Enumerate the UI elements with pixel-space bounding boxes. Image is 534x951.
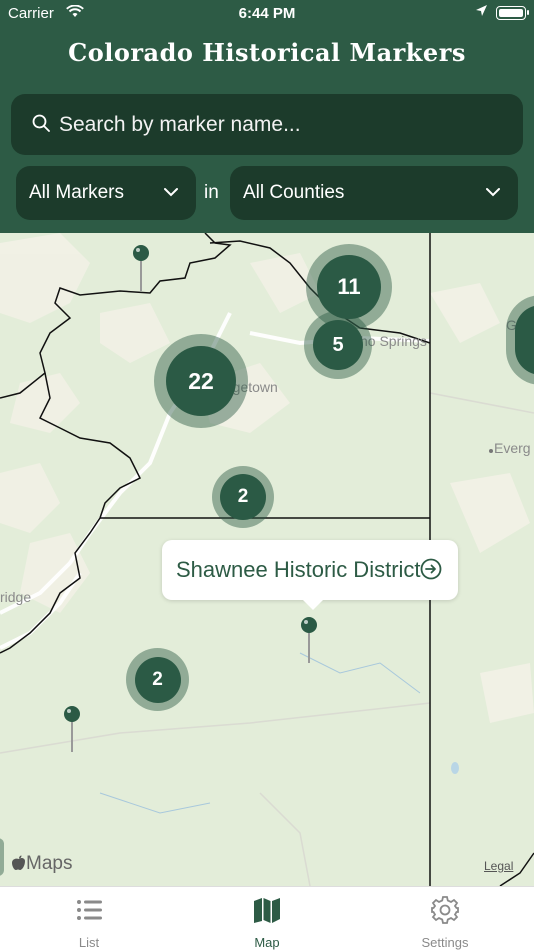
county-dropdown[interactable]: All Counties bbox=[230, 166, 518, 220]
tab-map[interactable]: Map bbox=[178, 887, 356, 951]
marker-cluster[interactable]: 2 bbox=[212, 466, 274, 528]
marker-cluster-partial[interactable] bbox=[0, 838, 4, 876]
clock: 6:44 PM bbox=[238, 5, 296, 22]
marker-pin[interactable] bbox=[62, 704, 82, 754]
marker-type-dropdown[interactable]: All Markers bbox=[16, 166, 196, 220]
status-bar: Carrier 6:44 PM bbox=[0, 0, 534, 28]
search-input[interactable]: Search by marker name... bbox=[11, 94, 523, 155]
battery-icon bbox=[496, 6, 529, 20]
tab-label: List bbox=[78, 935, 100, 950]
chevron-down-icon bbox=[486, 188, 500, 197]
callout-title: Shawnee Historic District bbox=[176, 557, 421, 582]
gear-icon bbox=[431, 896, 459, 924]
map-icon bbox=[254, 898, 280, 923]
tab-label: Settings bbox=[421, 935, 469, 950]
app-header: Carrier 6:44 PM Colorado Historical Mark… bbox=[0, 0, 534, 233]
legal-link[interactable]: Legal bbox=[484, 859, 513, 873]
page-title: Colorado Historical Markers bbox=[68, 38, 466, 67]
cluster-count: 22 bbox=[166, 346, 236, 416]
search-icon bbox=[32, 114, 50, 132]
marker-cluster[interactable]: 2 bbox=[126, 648, 189, 711]
search-placeholder: Search by marker name... bbox=[59, 113, 301, 136]
tab-label: Map bbox=[254, 935, 280, 950]
map-view[interactable]: rgetown ho Springs Everg ridge Go 11 5 2… bbox=[0, 233, 534, 886]
marker-callout[interactable]: Shawnee Historic District bbox=[162, 540, 458, 610]
cluster-count: 11 bbox=[317, 255, 381, 319]
marker-pin[interactable] bbox=[299, 615, 319, 665]
chevron-down-icon bbox=[164, 188, 178, 197]
tab-bar: List Map Settings bbox=[0, 886, 534, 951]
city-dot bbox=[489, 449, 493, 453]
maps-logo-text: Maps bbox=[26, 853, 73, 874]
maps-attribution: Maps bbox=[12, 853, 72, 875]
county-value: All Counties bbox=[243, 182, 345, 203]
marker-cluster[interactable]: 5 bbox=[304, 311, 372, 379]
location-arrow-icon bbox=[475, 4, 488, 20]
filter-connector: in bbox=[204, 182, 219, 203]
cluster-count: 5 bbox=[313, 320, 363, 370]
cluster-count: 2 bbox=[134, 656, 181, 703]
marker-cluster[interactable]: 22 bbox=[154, 334, 248, 428]
arrow-right-circle-icon[interactable] bbox=[420, 558, 442, 580]
cluster-count: 2 bbox=[220, 474, 266, 520]
map-label-breckenridge: ridge bbox=[0, 589, 32, 605]
map-label-evergreen: Everg bbox=[494, 440, 531, 456]
tab-list[interactable]: List bbox=[0, 887, 178, 951]
marker-pin[interactable] bbox=[131, 243, 151, 293]
apple-logo-icon bbox=[12, 855, 25, 870]
list-icon bbox=[77, 900, 102, 920]
marker-type-value: All Markers bbox=[29, 182, 125, 203]
tab-settings[interactable]: Settings bbox=[356, 887, 534, 951]
